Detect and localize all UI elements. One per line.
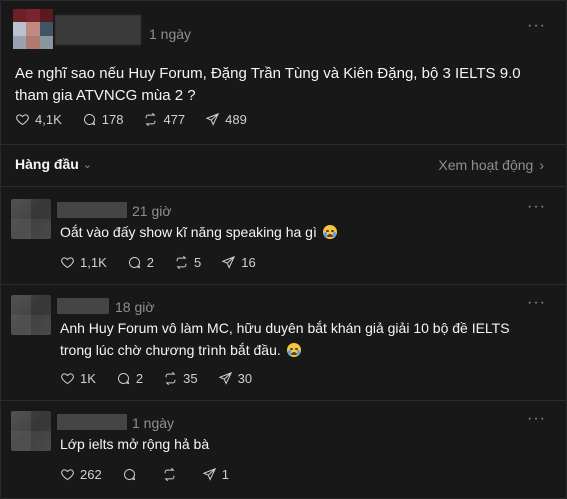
comment-icon [83,114,95,126]
send-icon [218,371,232,385]
post-body: Ae nghĩ sao nếu Huy Forum, Đặng Trần Tùn… [15,65,521,104]
reply-more-icon[interactable]: ··· [527,410,546,428]
reply-avatar[interactable] [11,411,51,451]
view-activity-label: Xem hoạt động [438,157,534,173]
repost-icon [165,371,176,386]
reply-comment-button[interactable]: 2 [116,371,143,386]
divider [1,144,566,145]
reply-body: Anh Huy Forum vô làm MC, hữu duyên bắt k… [60,317,530,361]
reply-avatar[interactable] [11,295,51,335]
reply-more-icon[interactable]: ··· [527,294,546,312]
loudly-crying-face-icon [286,343,301,357]
repost-icon [145,112,156,127]
post-like-button[interactable]: 4,1K [15,112,62,127]
heart-icon [61,257,74,269]
send-icon [205,112,220,126]
divider [1,186,566,187]
reply-author-name-blurred[interactable] [57,298,109,314]
reply-author-name-blurred[interactable] [57,414,127,430]
reply-like-button[interactable]: 262 [60,467,102,482]
reply-share-button[interactable]: 1 [202,467,229,482]
reply-author-name-blurred[interactable] [57,202,127,218]
reply-repost-button[interactable] [162,467,182,482]
reply-text: Anh Huy Forum vô làm MC, hữu duyên bắt k… [60,320,510,358]
comment-icon [123,469,135,481]
reply-actions: 1,1K 2 5 16 [60,255,276,270]
post-more-icon[interactable]: ··· [527,17,546,35]
reply-repost-button[interactable]: 5 [174,255,201,270]
reply-repost-button[interactable]: 35 [163,371,198,386]
reply-like-button[interactable]: 1K [60,371,96,386]
reply-comment-button[interactable] [122,467,142,482]
reply-share-button[interactable]: 16 [221,255,256,270]
post-share-count: 489 [225,112,247,127]
reply-share-count: 1 [221,467,229,482]
reply-like-button[interactable]: 1,1K [60,255,107,270]
reply-share-count: 30 [237,371,253,386]
reply-more-icon[interactable]: ··· [527,198,546,216]
reply-timestamp: 1 ngày [132,415,175,431]
reply-like-count: 262 [80,467,102,482]
reply-repost-count: 5 [193,255,202,270]
reply-share-count: 16 [241,255,256,270]
post-comment-count: 178 [101,112,124,127]
reply-comment-button[interactable]: 2 [127,255,154,270]
heart-icon [61,373,74,385]
reply-body: Oắt vào đấy show kĩ năng speaking ha gì [60,221,530,243]
reply-text: Oắt vào đấy show kĩ năng speaking ha gì [60,224,317,240]
post-like-count: 4,1K [35,112,62,127]
reply-comment-count: 2 [135,371,144,386]
post-author-name-blurred[interactable] [55,15,141,45]
thread-container: 1 ngày ··· Ae nghĩ sao nếu Huy Forum, Đặ… [0,0,567,499]
reply-timestamp: 18 giờ [115,299,155,315]
heart-icon [16,114,29,126]
sort-dropdown[interactable]: Hàng đầu ⌄ [15,156,92,172]
send-icon [202,467,216,481]
post-comment-button[interactable]: 178 [82,112,124,127]
reply-avatar[interactable] [11,199,51,239]
post-actions: 4,1K 178 477 489 [15,112,267,127]
reply-actions: 262 1 [60,467,249,482]
comment-icon [128,257,140,269]
divider [1,284,566,285]
chevron-down-icon: ⌄ [82,158,92,171]
reply-like-count: 1,1K [80,255,107,270]
post-avatar[interactable] [13,9,53,49]
post-repost-button[interactable]: 477 [143,112,185,127]
chevron-right-icon: › [539,157,544,173]
repost-icon [176,255,187,270]
heart-icon [61,469,74,481]
reply-actions: 1K 2 35 30 [60,371,272,386]
loudly-crying-face-icon [322,225,337,239]
view-activity-link[interactable]: Xem hoạt động › [438,157,544,173]
post-repost-count: 477 [163,112,186,127]
send-icon [221,255,236,269]
divider [1,400,566,401]
reply-text: Lớp ielts mở rộng hả bà [60,436,210,452]
reply-timestamp: 21 giờ [132,203,172,219]
reply-share-button[interactable]: 30 [218,371,252,386]
reply-body: Lớp ielts mở rộng hả bà [60,433,530,455]
reply-comment-count: 2 [146,255,154,270]
sort-label: Hàng đầu [15,156,79,172]
post-share-button[interactable]: 489 [205,112,247,127]
post-timestamp: 1 ngày [149,26,192,42]
repost-icon [164,467,175,482]
comment-icon [117,373,130,385]
reply-like-count: 1K [80,371,96,386]
reply-repost-count: 35 [183,371,198,386]
